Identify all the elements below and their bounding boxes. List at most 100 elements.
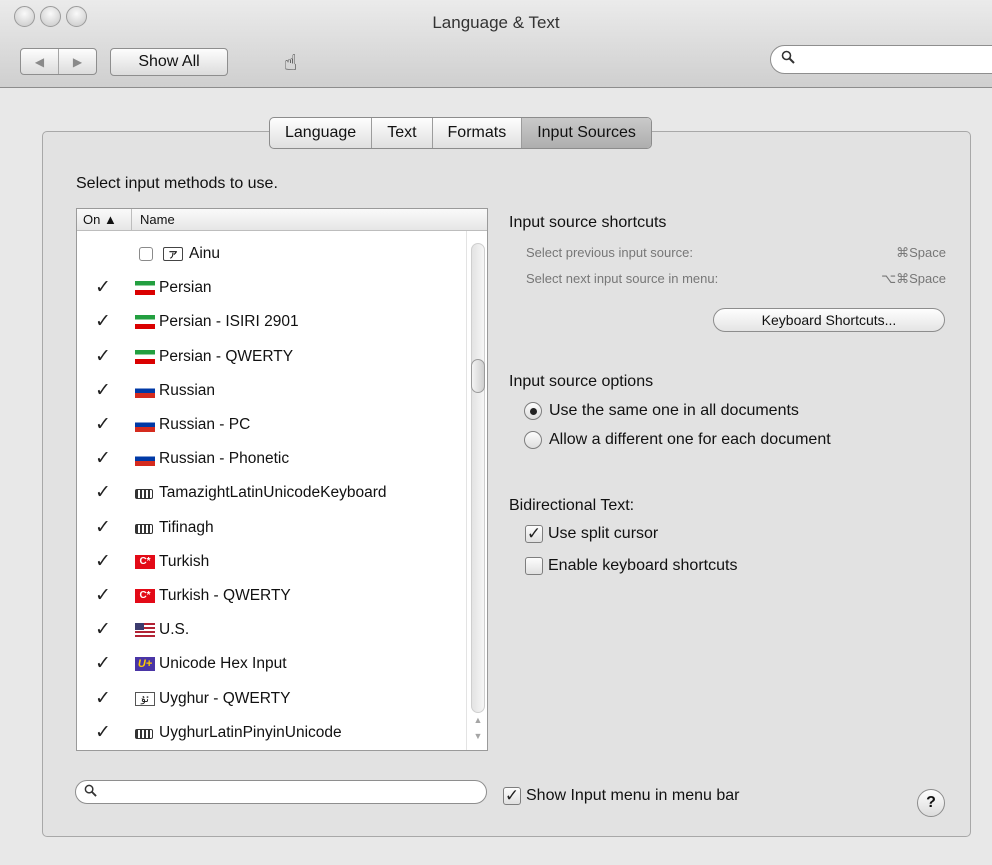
list-item[interactable]: ✓ C* Turkish - QWERTY (77, 579, 466, 613)
radio-button[interactable] (524, 431, 542, 449)
list-item[interactable]: ✓ U+ Unicode Hex Input (77, 647, 466, 681)
input-source-name: Persian (159, 279, 212, 297)
input-source-name: Russian (159, 381, 215, 399)
scroll-track[interactable] (471, 243, 485, 713)
input-source-checkbox[interactable]: ✓ (95, 552, 113, 571)
radio-button[interactable] (524, 402, 542, 420)
list-item[interactable]: ✓ ئۇ Uyghur - QWERTY (77, 682, 466, 716)
list-item[interactable]: ✓ Tifinagh (77, 511, 466, 545)
keyboard-shortcuts-button[interactable]: Keyboard Shortcuts... (713, 308, 945, 332)
input-source-checkbox[interactable]: ✓ (95, 586, 113, 605)
options-heading: Input source options (509, 373, 654, 390)
flag-turkey-icon: C* (135, 554, 155, 569)
show-all-button[interactable]: Show All (110, 48, 228, 76)
input-source-name: U.S. (159, 621, 190, 639)
shortcut-row-next: Select next input source in menu: ⌥⌘Spac… (526, 271, 946, 286)
shortcut-key: ⌥⌘Space (881, 271, 946, 286)
input-source-checkbox[interactable]: ✓ (95, 620, 113, 639)
keyboard-icon (135, 728, 153, 739)
column-header-name[interactable]: Name (132, 212, 175, 227)
input-source-name: Russian - PC (159, 416, 251, 433)
list-item[interactable]: ✓ Russian - Phonetic (77, 442, 466, 476)
checkbox-use-split-cursor[interactable]: ✓ Use split cursor (525, 525, 658, 543)
window-toolbar: Language & Text ◀ ▶ Show All ☝ (0, 0, 992, 88)
input-source-checkbox[interactable]: ✓ (95, 347, 113, 366)
scroll-up-arrow-icon[interactable]: ▲ (473, 715, 483, 725)
radio-different-per-document[interactable]: Allow a different one for each document (524, 431, 831, 449)
input-source-name: Persian - ISIRI 2901 (159, 313, 299, 331)
checkbox-show-input-menu[interactable]: ✓ Show Input menu in menu bar (503, 787, 739, 805)
select-input-methods-label: Select input methods to use. (76, 175, 278, 192)
search-icon (781, 50, 795, 68)
flag-russia-icon (135, 418, 155, 432)
tab-language[interactable]: Language (270, 118, 373, 148)
list-item[interactable]: ✓ Persian (77, 271, 466, 305)
search-field[interactable] (770, 45, 992, 74)
shortcut-label: Select next input source in menu: (526, 271, 719, 286)
input-source-checkbox[interactable]: ✓ (95, 278, 113, 297)
shortcuts-heading: Input source shortcuts (509, 214, 667, 231)
list-item[interactable]: ✓ TamazightLatinUnicodeKeyboard (77, 476, 466, 510)
column-header-on[interactable]: On ▲ (77, 209, 132, 230)
tab-formats[interactable]: Formats (433, 118, 523, 148)
radio-label: Use the same one in all documents (549, 402, 799, 419)
list-item[interactable]: ア Ainu (77, 237, 466, 271)
list-scrollbar[interactable]: ▲ ▼ (466, 231, 487, 750)
input-source-checkbox[interactable]: ✓ (95, 381, 113, 400)
unicode-hex-icon: U+ (135, 657, 155, 672)
input-source-name: TamazightLatinUnicodeKeyboard (159, 484, 387, 502)
list-item[interactable]: ✓ UyghurLatinPinyinUnicode (77, 716, 466, 750)
list-item[interactable]: ✓ C* Turkish (77, 545, 466, 579)
tab-input-sources[interactable]: Input Sources (522, 118, 651, 148)
shortcut-row-previous: Select previous input source: ⌘Space (526, 245, 946, 260)
list-item[interactable]: ✓ Persian - ISIRI 2901 (77, 305, 466, 339)
checkbox-enable-keyboard-shortcuts[interactable]: Enable keyboard shortcuts (525, 557, 737, 575)
flag-us-icon (135, 623, 155, 638)
input-source-name: Persian - QWERTY (159, 347, 294, 365)
radio-selected-dot (529, 407, 537, 415)
input-source-name: Russian - Phonetic (159, 450, 290, 468)
list-item[interactable]: ✓ Persian - QWERTY (77, 340, 466, 374)
checkbox-label: Use split cursor (548, 525, 659, 542)
checkbox-label: Show Input menu in menu bar (526, 787, 740, 804)
radio-same-in-all-documents[interactable]: Use the same one in all documents (524, 402, 799, 420)
input-source-checkbox[interactable]: ✓ (95, 689, 113, 708)
search-icon (84, 784, 97, 800)
input-source-name: Tifinagh (159, 518, 214, 536)
ainu-icon: ア (163, 247, 183, 261)
input-source-filter-field[interactable] (75, 780, 487, 804)
flag-turkey-icon: C* (135, 589, 155, 603)
list-item[interactable]: ✓ Russian (77, 374, 466, 408)
input-source-checkbox[interactable]: ✓ (95, 415, 113, 434)
back-arrow-icon: ◀ (34, 54, 45, 69)
help-button[interactable]: ? (917, 789, 945, 817)
checkbox[interactable] (525, 557, 543, 575)
flag-iran-icon (135, 349, 155, 364)
flag-russia-icon (135, 383, 155, 398)
bidi-heading: Bidirectional Text: (509, 497, 635, 514)
input-source-name: Ainu (189, 245, 221, 262)
input-source-checkbox[interactable]: ✓ (95, 483, 113, 502)
input-source-checkbox[interactable] (139, 247, 153, 261)
list-header: On ▲ Name (77, 209, 487, 231)
input-source-checkbox[interactable]: ✓ (95, 654, 113, 673)
scroll-thumb[interactable] (471, 359, 485, 393)
input-source-checkbox[interactable]: ✓ (95, 518, 113, 537)
keyboard-icon (135, 489, 153, 500)
tab-text[interactable]: Text (372, 118, 433, 148)
checkbox[interactable]: ✓ (525, 525, 543, 543)
input-source-checkbox[interactable]: ✓ (95, 312, 113, 331)
list-item[interactable]: ✓ Russian - PC (77, 408, 466, 442)
forward-arrow-icon: ▶ (72, 54, 83, 69)
forward-button[interactable]: ▶ (58, 49, 96, 74)
list-item[interactable]: ✓ U.S. (77, 613, 466, 647)
input-source-checkbox[interactable]: ✓ (95, 449, 113, 468)
checkbox[interactable]: ✓ (503, 787, 521, 805)
checkbox-label: Enable keyboard shortcuts (548, 557, 738, 574)
shortcut-key: ⌘Space (896, 245, 946, 260)
scroll-down-arrow-icon[interactable]: ▼ (473, 731, 483, 741)
tab-bar: Language Text Formats Input Sources (269, 117, 652, 149)
input-source-checkbox[interactable]: ✓ (95, 723, 113, 742)
back-button[interactable]: ◀ (21, 49, 58, 74)
flag-iran-icon (135, 281, 155, 296)
